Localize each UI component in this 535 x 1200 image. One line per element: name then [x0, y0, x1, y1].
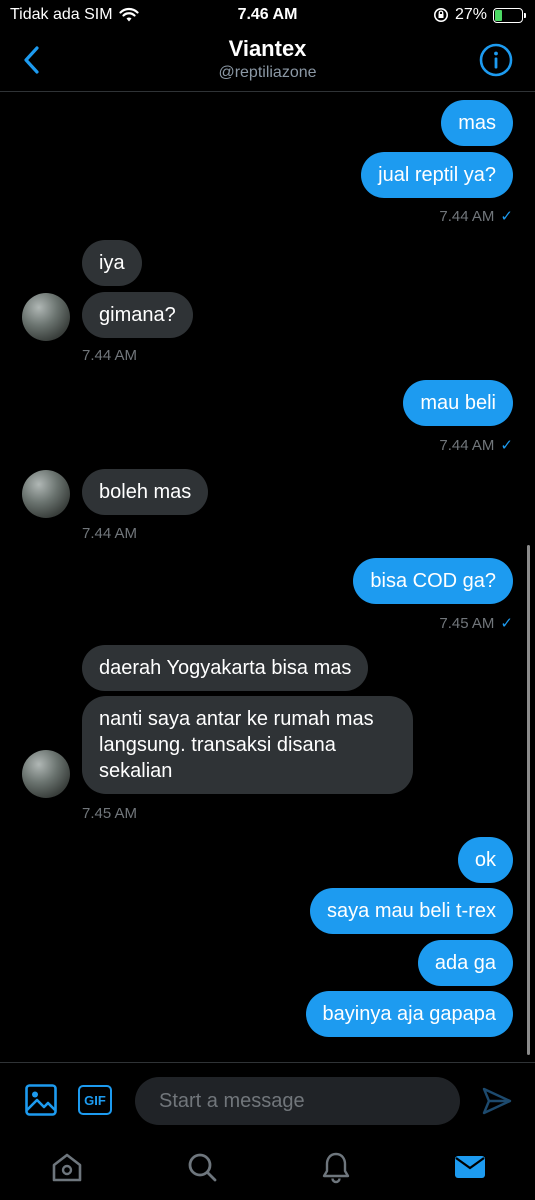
scrollbar[interactable]: [527, 545, 530, 1055]
message-bubble-outgoing[interactable]: bayinya aja gapapa: [305, 991, 513, 1037]
info-icon[interactable]: [479, 43, 513, 77]
message-bubble-incoming[interactable]: nanti saya antar ke rumah mas langsung. …: [82, 696, 413, 794]
status-bar: Tidak ada SIM 7.46 AM 27%: [0, 0, 535, 32]
avatar[interactable]: [22, 470, 70, 518]
avatar[interactable]: [22, 293, 70, 341]
image-icon[interactable]: [24, 1083, 58, 1117]
message-timestamp: 7.44 AM: [82, 525, 138, 542]
conversation-header: Viantex @reptiliazone: [0, 32, 535, 92]
message-input[interactable]: [135, 1077, 460, 1125]
battery-percent: 27%: [454, 6, 487, 23]
message-bubble-outgoing[interactable]: saya mau beli t-rex: [310, 888, 513, 934]
message-timestamp: 7.45 AM: [82, 805, 138, 822]
message-bubble-incoming[interactable]: boleh mas: [82, 469, 209, 515]
search-icon[interactable]: [185, 1150, 219, 1184]
message-timestamp: 7.45 AM ✓: [439, 614, 513, 632]
contact-name: Viantex: [228, 36, 307, 61]
message-timestamp: 7.44 AM: [82, 347, 138, 364]
message-bubble-outgoing[interactable]: mau beli: [403, 380, 513, 426]
message-bubble-incoming[interactable]: iya: [82, 240, 142, 286]
read-check-icon: ✓: [500, 208, 513, 225]
timestamp-text: 7.44 AM: [439, 437, 495, 454]
read-check-icon: ✓: [500, 615, 513, 632]
contact-handle: @reptiliazone: [218, 64, 317, 81]
timestamp-text: 7.44 AM: [439, 208, 495, 225]
timestamp-text: 7.45 AM: [439, 615, 495, 632]
battery-fill: [495, 9, 503, 21]
message-composer: GIF: [0, 1062, 535, 1140]
message-list[interactable]: mas jual reptil ya? 7.44 AM ✓ iya gimana?…: [0, 92, 535, 1062]
send-icon[interactable]: [481, 1085, 513, 1117]
status-right: 27%: [433, 6, 526, 24]
message-bubble-outgoing[interactable]: ok: [457, 837, 513, 883]
message-bubble-outgoing[interactable]: bisa COD ga?: [353, 558, 513, 604]
message-timestamp: 7.44 AM ✓: [439, 207, 513, 225]
message-timestamp: 7.44 AM ✓: [439, 436, 513, 454]
message-bubble-incoming[interactable]: daerah Yogyakarta bisa mas: [82, 645, 369, 691]
message-bubble-incoming[interactable]: gimana?: [82, 292, 193, 338]
conversation-title[interactable]: Viantex @reptiliazone: [0, 36, 535, 82]
avatar[interactable]: [22, 750, 70, 798]
message-bubble-outgoing[interactable]: mas: [441, 100, 513, 146]
home-icon[interactable]: [50, 1150, 84, 1184]
bell-icon[interactable]: [319, 1150, 353, 1184]
gif-button[interactable]: GIF: [78, 1085, 112, 1115]
battery-icon: [493, 7, 526, 23]
message-bubble-outgoing[interactable]: jual reptil ya?: [361, 152, 513, 198]
read-check-icon: ✓: [500, 437, 513, 454]
message-bubble-outgoing[interactable]: ada ga: [417, 940, 513, 986]
mail-icon[interactable]: [453, 1150, 487, 1184]
orientation-lock-icon: [433, 8, 448, 22]
tab-bar: [0, 1140, 535, 1200]
